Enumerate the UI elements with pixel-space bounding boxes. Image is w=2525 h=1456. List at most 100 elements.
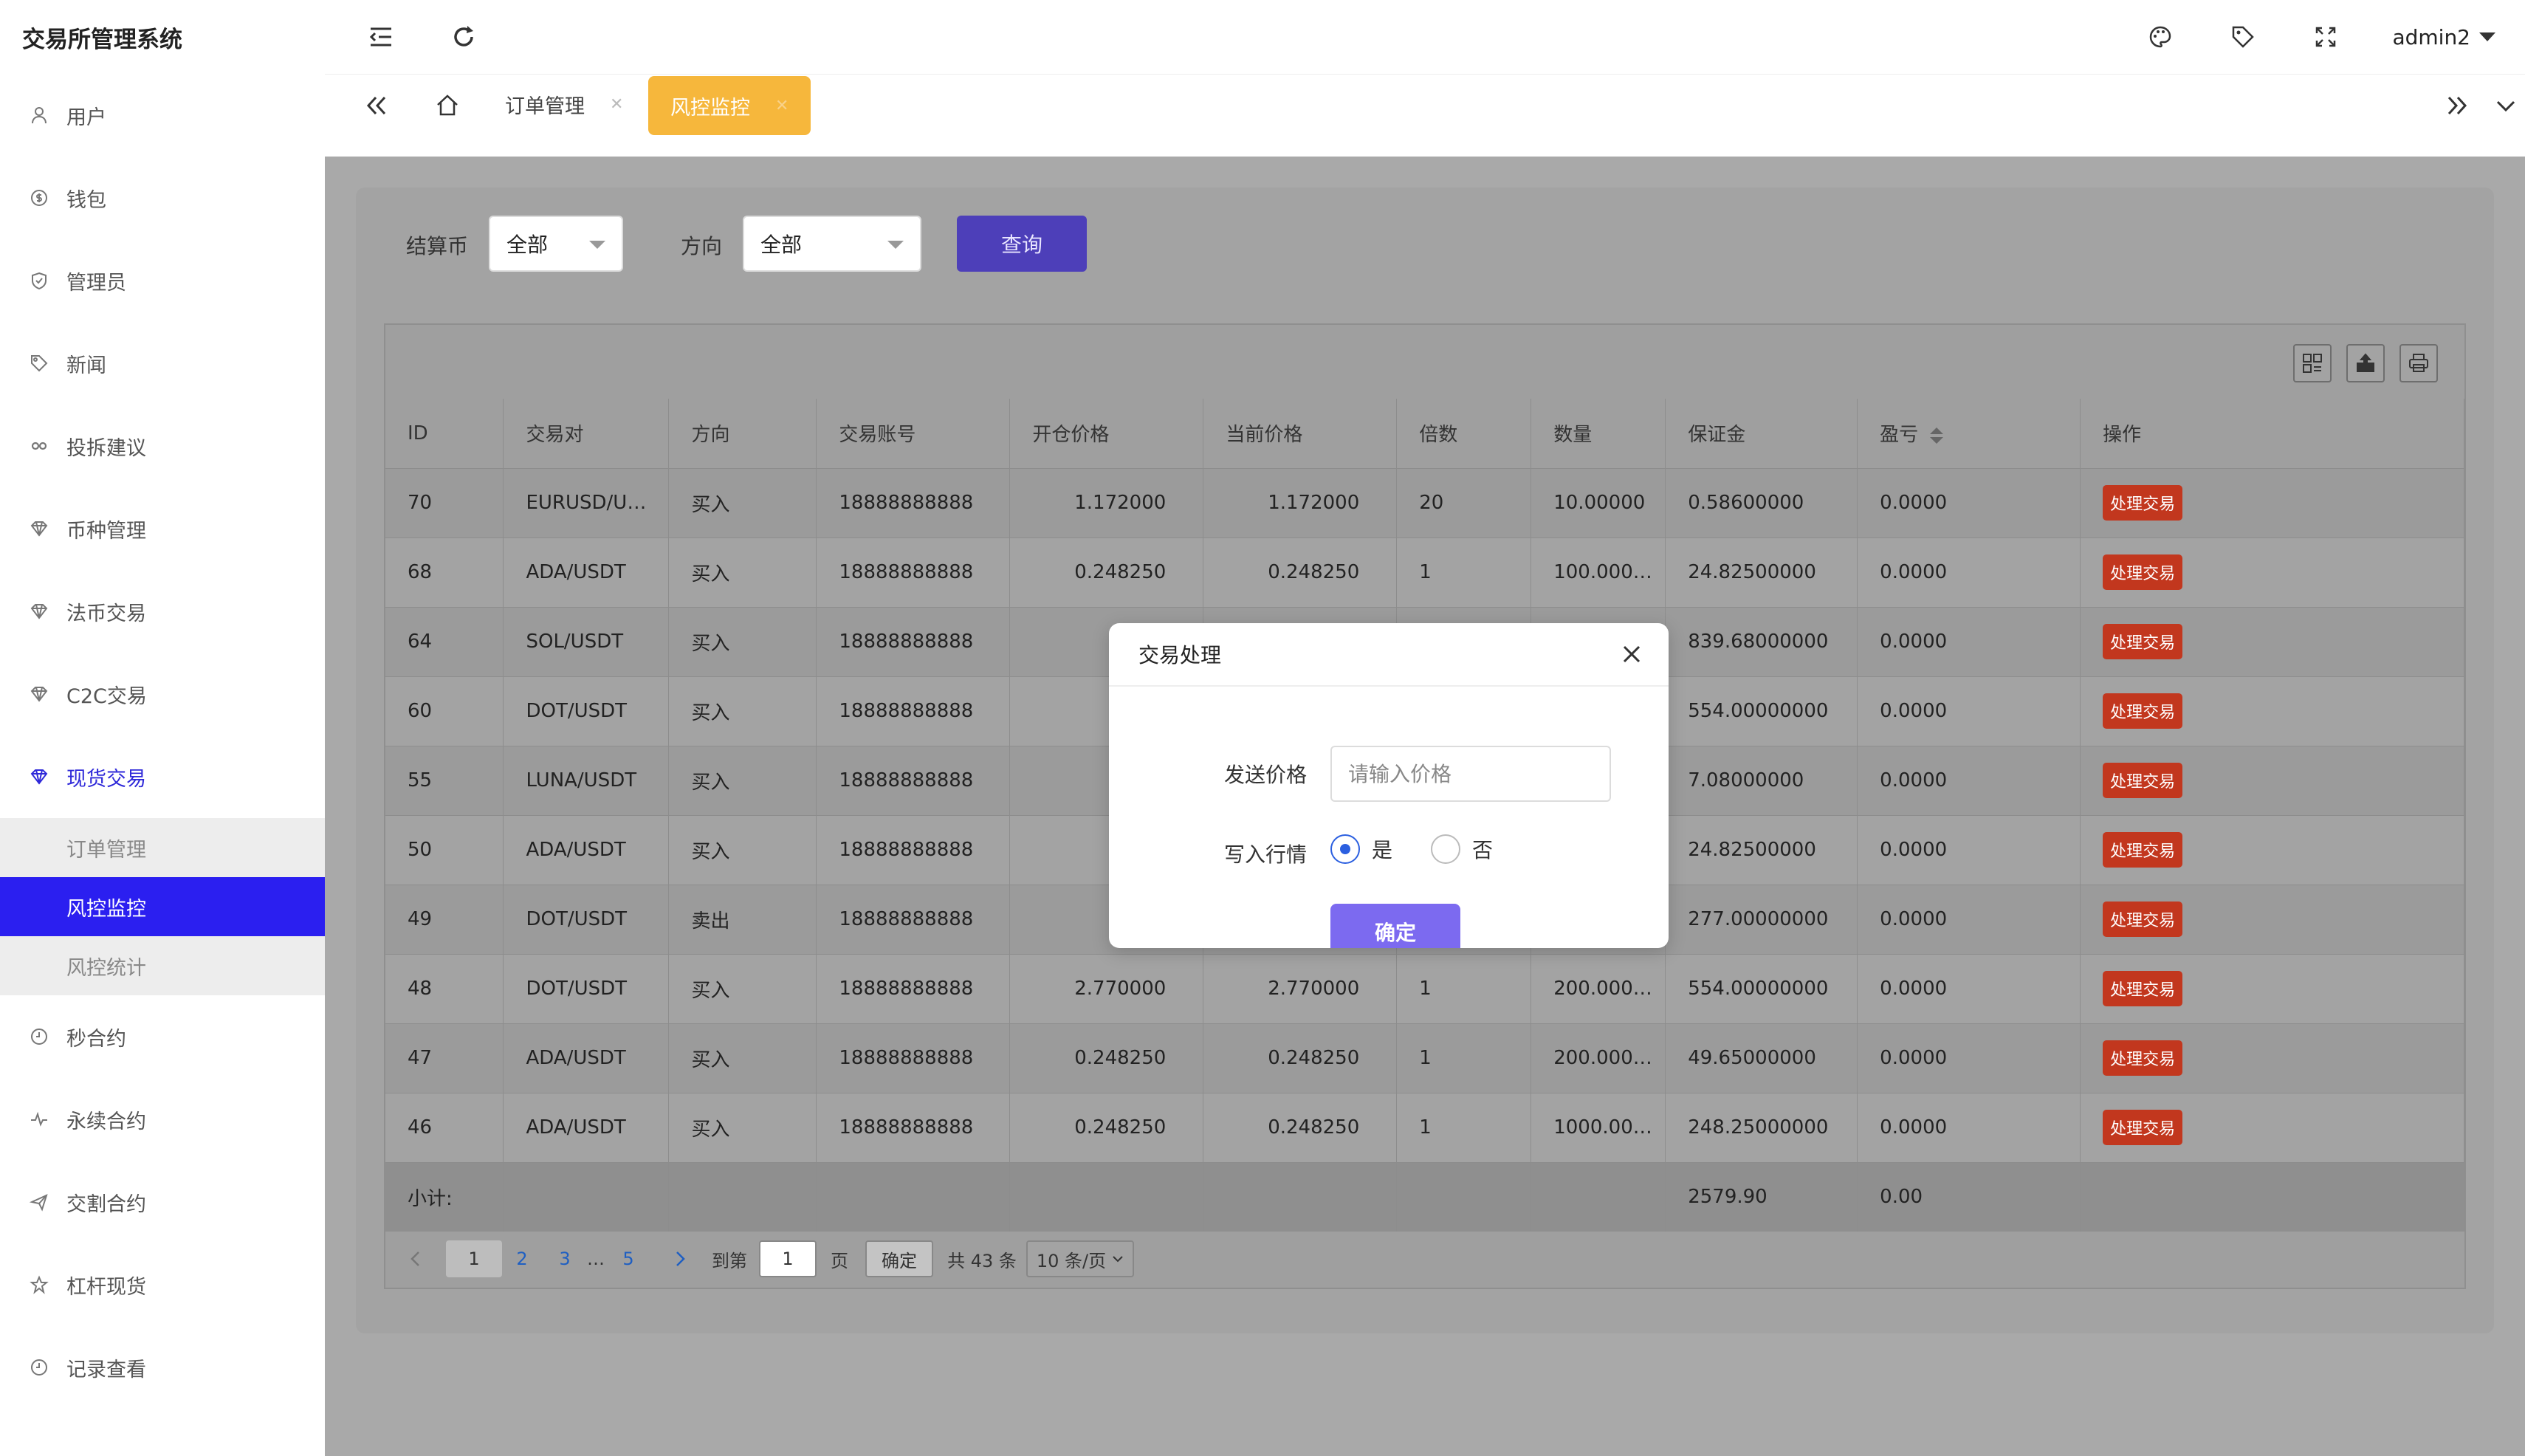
table-cell: LUNA/USDT — [503, 745, 670, 815]
table-cell: 处理交易 — [2080, 953, 2464, 1023]
tab-label: 风控监控 — [670, 96, 750, 120]
table-cell: 0.248250 — [1203, 537, 1398, 607]
page-5[interactable]: 5 — [617, 1240, 639, 1277]
table-cell: 10.00000 — [1531, 467, 1666, 538]
table-cell: 60 — [385, 676, 504, 746]
sidebar-item[interactable]: 用户 — [0, 74, 325, 157]
table-cell: 买入 — [668, 467, 817, 538]
columns-icon[interactable] — [2293, 344, 2332, 382]
sidebar-item[interactable]: 杠杆现货 — [0, 1243, 325, 1326]
tabs-dropdown-icon[interactable] — [2490, 89, 2522, 122]
page-3[interactable]: 3 — [554, 1240, 576, 1277]
goto-page-input[interactable]: 1 — [759, 1240, 817, 1277]
header-right-tools: admin2 — [2144, 0, 2495, 74]
page-size-select[interactable]: 10 条/页 — [1026, 1240, 1134, 1277]
page-2[interactable]: 2 — [511, 1240, 533, 1277]
prev-page-icon[interactable] — [405, 1240, 427, 1277]
table-cell: 0.0000 — [1857, 814, 2081, 885]
page-1[interactable]: 1 — [446, 1240, 502, 1277]
tabs-scroll-right-icon[interactable] — [2441, 89, 2473, 122]
column-header[interactable]: 盈亏 — [1857, 399, 2081, 468]
radio-no[interactable]: 否 — [1431, 834, 1493, 864]
table-cell: 处理交易 — [2080, 537, 2464, 607]
sidebar-item[interactable]: 钱包 — [0, 157, 325, 239]
process-trade-button[interactable]: 处理交易 — [2103, 693, 2183, 729]
shield-icon — [28, 269, 50, 292]
column-header: 交易账号 — [816, 399, 1011, 468]
write-quote-label: 写入行情 — [1224, 842, 1308, 867]
sidebar-item-label: 交割合约 — [66, 1192, 146, 1216]
chevron-down-icon — [2479, 32, 2495, 41]
table-cell: 买入 — [668, 676, 817, 746]
sidebar-item-label: 投拆建议 — [66, 436, 146, 460]
submenu-item-risk-stats[interactable]: 风控统计 — [0, 936, 325, 995]
table-cell: 200.000… — [1531, 953, 1666, 1023]
process-trade-button[interactable]: 处理交易 — [2103, 554, 2183, 590]
settle-currency-select[interactable]: 全部 — [489, 216, 623, 272]
submenu-item-risk-monitor[interactable]: 风控监控 — [0, 877, 325, 936]
query-button[interactable]: 查询 — [957, 216, 1087, 272]
next-page-icon[interactable] — [669, 1240, 691, 1277]
table-cell: 68 — [385, 537, 504, 607]
direction-select[interactable]: 全部 — [743, 216, 921, 272]
process-trade-button[interactable]: 处理交易 — [2103, 763, 2183, 798]
total-count: 共 43 条 — [947, 1250, 1017, 1271]
export-icon[interactable] — [2346, 344, 2385, 382]
collapse-menu-icon[interactable] — [365, 21, 397, 53]
sidebar-item[interactable]: 币种管理 — [0, 487, 325, 570]
close-icon[interactable]: ✕ — [775, 97, 789, 115]
table-cell: 55 — [385, 745, 504, 815]
process-trade-button[interactable]: 处理交易 — [2103, 485, 2183, 521]
process-trade-button[interactable]: 处理交易 — [2103, 971, 2183, 1006]
table-cell: ADA/USDT — [503, 814, 670, 885]
sidebar-item[interactable]: 新闻 — [0, 322, 325, 405]
process-trade-button[interactable]: 处理交易 — [2103, 902, 2183, 937]
home-icon[interactable] — [431, 89, 464, 122]
table-row: 70 EURUSD/U… 买入 18888888888 1.172000 1.172000… — [385, 467, 2464, 538]
sidebar-item[interactable]: 管理员 — [0, 239, 325, 322]
sidebar-item[interactable]: 永续合约 — [0, 1078, 325, 1161]
sort-icon[interactable] — [1930, 427, 1944, 444]
user-menu[interactable]: admin2 — [2392, 25, 2495, 49]
sidebar-item[interactable]: 记录查看 — [0, 1326, 325, 1409]
radio-yes[interactable]: 是 — [1330, 834, 1392, 864]
clock-icon — [28, 1356, 50, 1378]
tabs-scroll-left-icon[interactable] — [360, 89, 393, 122]
sidebar-item[interactable]: C2C交易 — [0, 653, 325, 735]
tab-order-management[interactable]: 订单管理 ✕ — [505, 75, 623, 134]
table-cell: 1.172000 — [1203, 467, 1398, 538]
close-icon[interactable] — [1617, 639, 1646, 669]
close-icon[interactable]: ✕ — [610, 95, 623, 114]
refresh-icon[interactable] — [447, 21, 480, 53]
table-cell: 554.00000000 — [1665, 676, 1858, 746]
process-trade-button[interactable]: 处理交易 — [2103, 1110, 2183, 1145]
sidebar-item[interactable]: 投拆建议 — [0, 405, 325, 487]
tag-icon[interactable] — [2227, 21, 2259, 53]
print-icon[interactable] — [2399, 344, 2438, 382]
goto-confirm-button[interactable]: 确定 — [865, 1240, 933, 1277]
column-header-label: 盈亏 — [1880, 424, 1919, 447]
table-cell: 47 — [385, 1023, 504, 1093]
process-trade-button[interactable]: 处理交易 — [2103, 832, 2183, 868]
table-cell: 2.770000 — [1203, 953, 1398, 1023]
table-cell: 买入 — [668, 1092, 817, 1162]
sidebar-item[interactable]: 现货交易 — [0, 735, 325, 818]
process-trade-button[interactable]: 处理交易 — [2103, 624, 2183, 659]
chevron-down-icon — [1113, 1256, 1123, 1263]
sidebar-item[interactable]: 法币交易 — [0, 570, 325, 653]
table-cell: ADA/USDT — [503, 537, 670, 607]
fullscreen-icon[interactable] — [2309, 21, 2342, 53]
table-cell: 处理交易 — [2080, 676, 2464, 746]
send-price-input[interactable] — [1330, 746, 1611, 802]
tab-risk-monitor[interactable]: 风控监控 ✕ — [648, 76, 811, 135]
sidebar-item[interactable]: 交割合约 — [0, 1161, 325, 1243]
confirm-button[interactable]: 确定 — [1330, 904, 1460, 948]
theme-palette-icon[interactable] — [2144, 21, 2177, 53]
sidebar-item[interactable]: 秒合约 — [0, 995, 325, 1078]
process-trade-button[interactable]: 处理交易 — [2103, 1040, 2183, 1076]
table-row: 48 DOT/USDT 买入 18888888888 2.770000 2.770000 1… — [385, 953, 2464, 1023]
select-value: 全部 — [506, 233, 549, 257]
sidebar-item-label: 新闻 — [66, 354, 106, 377]
dropdown-arrow-icon — [589, 241, 605, 249]
submenu-item-order-management[interactable]: 订单管理 — [0, 818, 325, 877]
